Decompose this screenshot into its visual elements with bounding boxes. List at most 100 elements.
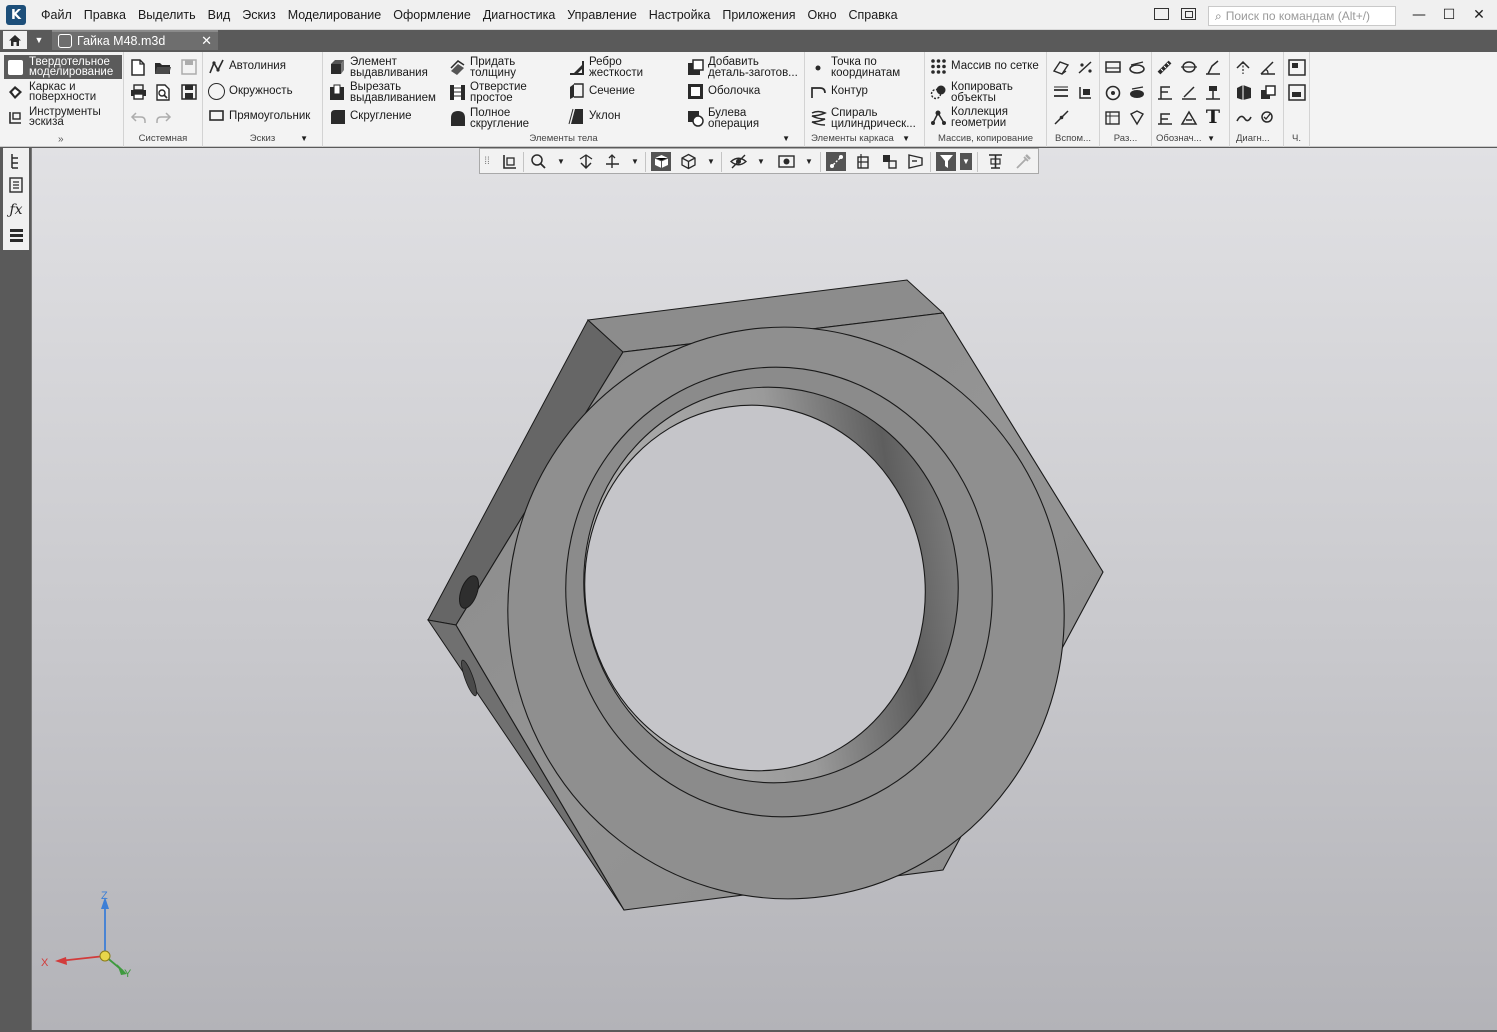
base-icon[interactable] (1180, 83, 1198, 101)
diameter-dim-icon[interactable] (1104, 83, 1122, 101)
curvature-icon[interactable] (1235, 108, 1253, 126)
menu-apps[interactable]: Приложения (716, 8, 801, 22)
angular-dim-icon[interactable] (1128, 83, 1146, 101)
drawing-table-icon[interactable] (1288, 83, 1306, 101)
wire-group-dropdown-icon[interactable]: ▼ (902, 134, 910, 143)
mass-properties-icon[interactable] (1235, 83, 1253, 101)
arc-dim-icon[interactable] (1128, 108, 1146, 126)
menu-diagnostics[interactable]: Диагностика (477, 8, 561, 22)
show-dropdown-icon[interactable]: ▼ (804, 153, 814, 170)
eyedropper-icon[interactable] (1013, 152, 1033, 171)
check-collisions-icon[interactable] (1259, 83, 1277, 101)
radial-dim-icon[interactable] (1128, 58, 1146, 76)
menu-settings[interactable]: Настройка (643, 8, 717, 22)
open-folder-icon[interactable] (154, 58, 172, 76)
window-tile-icon[interactable] (1181, 8, 1196, 20)
tool-helix[interactable]: Спираль цилиндрическ... (810, 107, 923, 129)
toolbar-grip-icon[interactable]: ⁞⁞ (480, 152, 494, 171)
aux-offset-plane-icon[interactable] (1052, 83, 1070, 101)
tool-shell[interactable]: Оболочка (687, 83, 760, 100)
tool-add-thickness[interactable]: Придать толщину (449, 56, 526, 78)
menu-edit[interactable]: Правка (78, 8, 132, 22)
tool-fillet[interactable]: Скругление (329, 108, 412, 125)
snap-icon[interactable] (826, 152, 846, 171)
measure-angle-icon[interactable] (1259, 58, 1277, 76)
exploded-view-icon[interactable] (879, 152, 899, 171)
fx-icon[interactable]: ƒx (7, 201, 25, 219)
perspective-icon[interactable] (905, 152, 925, 171)
menu-control[interactable]: Управление (561, 8, 643, 22)
mode-sketch-tools[interactable]: Инструменты эскиза (4, 105, 122, 129)
aux-axis-icon[interactable] (1076, 58, 1094, 76)
show-icon[interactable] (776, 152, 796, 171)
maximize-button[interactable]: ☐ (1436, 5, 1462, 25)
object-properties-icon[interactable] (985, 152, 1005, 171)
redo-icon[interactable] (154, 108, 172, 126)
mode-solid-modeling[interactable]: Твердотельное моделирование (4, 55, 122, 79)
tool-boolean[interactable]: Булева операция (687, 107, 768, 129)
tool-add-blank[interactable]: Добавить деталь-заготов... (687, 56, 802, 78)
tabs-dropdown-icon[interactable]: ▼ (31, 31, 47, 49)
tool-copy-objects[interactable]: Копировать объекты (930, 81, 1023, 103)
undo-icon[interactable] (129, 108, 147, 126)
notation-group-dropdown-icon[interactable]: ▼ (1207, 134, 1215, 143)
tab-close-icon[interactable]: ✕ (201, 33, 212, 49)
tool-geometry-collection[interactable]: Коллекция геометрии (930, 106, 1023, 128)
menu-design[interactable]: Оформление (387, 8, 477, 22)
command-search-input[interactable]: ⌕ Поиск по командам (Alt+/) (1208, 6, 1396, 26)
app-logo-icon[interactable]: K (6, 5, 26, 25)
menu-window[interactable]: Окно (801, 8, 842, 22)
tool-draft[interactable]: Уклон (568, 108, 621, 125)
auto-dim-icon[interactable] (1104, 108, 1122, 126)
layers-icon[interactable] (7, 226, 25, 244)
leader-icon[interactable] (1156, 83, 1174, 101)
preview-icon[interactable] (154, 83, 172, 101)
tool-section[interactable]: Сечение (568, 83, 635, 100)
rotate-icon[interactable] (576, 152, 596, 171)
aux-line-icon[interactable] (1052, 108, 1070, 126)
save-icon[interactable] (180, 58, 198, 76)
nut-model[interactable] (32, 148, 1497, 1030)
collapse-modes-icon[interactable]: » (58, 134, 64, 145)
filter-icon[interactable] (936, 152, 956, 171)
home-button[interactable] (3, 31, 27, 49)
menu-modeling[interactable]: Моделирование (282, 8, 388, 22)
section-view-icon[interactable] (853, 152, 873, 171)
check-model-icon[interactable] (1259, 108, 1277, 126)
hide-dropdown-icon[interactable]: ▼ (756, 153, 766, 170)
aux-plane-icon[interactable] (1052, 58, 1070, 76)
tool-grid-array[interactable]: Массив по сетке (930, 58, 1039, 75)
menu-view[interactable]: Вид (202, 8, 237, 22)
window-mode-icon[interactable] (1154, 8, 1169, 20)
pan-dropdown-icon[interactable]: ▼ (630, 153, 640, 170)
centerline-icon[interactable] (1180, 58, 1198, 76)
tool-rectangle[interactable]: Прямоугольник (208, 108, 310, 125)
zoom-dropdown-icon[interactable]: ▼ (556, 153, 566, 170)
pan-icon[interactable] (602, 152, 622, 171)
tree-icon[interactable] (7, 152, 25, 170)
tool-point-by-coords[interactable]: Точка по координатам (810, 56, 913, 78)
close-button[interactable]: ✕ (1466, 5, 1492, 25)
tool-circle[interactable]: Окружность (208, 83, 293, 100)
mark-icon[interactable] (1156, 108, 1174, 126)
drawing-view-icon[interactable] (1288, 58, 1306, 76)
tool-rib[interactable]: Ребро жесткости (568, 56, 649, 78)
properties-icon[interactable] (7, 176, 25, 194)
tolerance-icon[interactable] (1204, 83, 1222, 101)
hide-icon[interactable] (728, 152, 748, 171)
new-file-icon[interactable] (129, 58, 147, 76)
tool-contour[interactable]: Контур (810, 83, 868, 100)
tool-extrude[interactable]: Элемент выдавливания (329, 56, 432, 78)
measure-distance-icon[interactable] (1235, 58, 1253, 76)
menu-sketch[interactable]: Эскиз (236, 8, 281, 22)
tool-simple-hole[interactable]: Отверстие простое (449, 81, 532, 103)
zoom-icon[interactable] (528, 152, 548, 171)
3d-viewport[interactable]: ⁞⁞ ▼ ▼ ▼ ▼ ▼ ▼ Z X Y (31, 148, 1497, 1030)
linear-dim-icon[interactable] (1104, 58, 1122, 76)
menu-help[interactable]: Справка (843, 8, 904, 22)
menu-select[interactable]: Выделить (132, 8, 202, 22)
tab-document[interactable]: Гайка М48.m3d ✕ (52, 30, 218, 50)
shaded-cube-icon[interactable] (651, 152, 671, 171)
save-all-icon[interactable] (180, 83, 198, 101)
welding-icon[interactable] (1180, 108, 1198, 126)
